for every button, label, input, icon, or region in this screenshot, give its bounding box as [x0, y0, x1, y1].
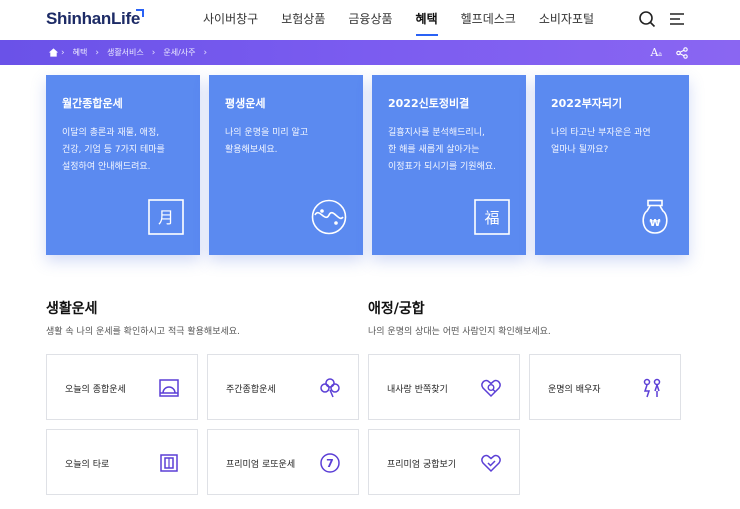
heart-check-icon — [481, 454, 501, 473]
clover-icon — [320, 378, 340, 398]
logo-mark-icon — [136, 9, 144, 17]
search-icon[interactable] — [638, 10, 656, 28]
chevron-right-icon: › — [61, 47, 65, 58]
tile-label: 주간종합운세 — [226, 385, 276, 395]
svg-text:月: 月 — [158, 208, 174, 227]
nav-item-benefits[interactable]: 혜택 — [415, 0, 438, 40]
menu-icon[interactable] — [668, 10, 686, 28]
chevron-right-icon: › — [95, 47, 99, 58]
section-desc-life: 생활 속 나의 운세를 확인하시고 적극 활용해보세요. — [46, 327, 240, 337]
breadcrumb-life-service[interactable]: 생활서비스 — [107, 47, 144, 58]
breadcrumb-fortune[interactable]: 운세/사주 — [163, 47, 195, 58]
nav-item-insurance[interactable]: 보험상품 — [281, 0, 325, 40]
sunrise-window-icon — [159, 379, 179, 397]
tile-weekly-fortune[interactable]: 주간종합운세 — [207, 354, 359, 420]
breadcrumb-tools: Aa — [650, 46, 688, 59]
tile-label: 프리미엄 궁합보기 — [387, 460, 457, 470]
money-bag-icon: ₩ — [642, 199, 668, 234]
tile-label: 운명의 배우자 — [548, 385, 601, 395]
card-title: 2022부자되기 — [551, 97, 623, 110]
section-title-life: 생활운세 — [46, 301, 98, 317]
section-desc-love: 나의 운명의 상대는 어떤 사람인지 확인해보세요. — [368, 327, 551, 337]
svg-text:₩: ₩ — [649, 218, 660, 229]
tile-label: 내사랑 반쪽찾기 — [387, 385, 448, 395]
tile-today-tarot[interactable]: 오늘의 타로 — [46, 429, 198, 495]
tile-premium-compatibility[interactable]: 프리미엄 궁합보기 — [368, 429, 520, 495]
breadcrumb: › 혜택 › 생활서비스 › 운세/사주 › — [48, 40, 209, 65]
svg-text:7: 7 — [326, 457, 334, 470]
tile-today-fortune[interactable]: 오늘의 종합운세 — [46, 354, 198, 420]
breadcrumb-benefits[interactable]: 혜택 — [73, 47, 88, 58]
nav-item-cyber[interactable]: 사이버창구 — [203, 0, 258, 40]
card-title: 평생운세 — [225, 97, 266, 110]
card-desc: 이달의 총론과 재물, 애정, 건강, 기업 등 7가지 테마를 설정하여 안내… — [62, 128, 165, 172]
nav-item-consumer[interactable]: 소비자포털 — [539, 0, 594, 40]
tarot-cards-icon — [160, 454, 178, 472]
card-title: 월간종합운세 — [62, 97, 123, 110]
tile-destined-spouse[interactable]: 운명의 배우자 — [529, 354, 681, 420]
card-desc: 나의 타고난 부자운은 과연 얼마나 될까요? — [551, 128, 651, 155]
card-title: 2022신토정비결 — [388, 97, 470, 110]
svg-text:福: 福 — [484, 209, 499, 227]
card-become-rich[interactable]: 2022부자되기 나의 타고난 부자운은 과연 얼마나 될까요? ₩ — [535, 75, 689, 255]
chevron-right-icon: › — [151, 47, 156, 58]
fortune-char-icon: 福 — [474, 199, 510, 235]
tile-label: 프리미엄 로또운세 — [226, 460, 296, 470]
moon-char-icon: 月 — [148, 199, 184, 235]
lotto-ball-icon: 7 — [320, 453, 340, 473]
breadcrumb-bar: › 혜택 › 생활서비스 › 운세/사주 › Aa — [0, 40, 740, 65]
heart-search-icon — [481, 379, 501, 398]
home-icon[interactable] — [48, 47, 59, 58]
couple-icon — [643, 378, 661, 398]
card-tojeong[interactable]: 2022신토정비결 길흉지사를 분석해드리니, 한 해를 새롭게 살아가는 이정… — [372, 75, 526, 255]
tile-premium-lotto[interactable]: 프리미엄 로또운세 7 — [207, 429, 359, 495]
site-header: ShinhanLife 사이버창구 보험상품 금융상품 혜택 헬프데스크 소비자… — [0, 0, 740, 40]
tile-find-love[interactable]: 내사랑 반쪽찾기 — [368, 354, 520, 420]
nav-item-helpdesk[interactable]: 헬프데스크 — [461, 0, 516, 40]
share-icon[interactable] — [676, 46, 688, 59]
logo[interactable]: ShinhanLife — [46, 9, 140, 29]
font-size-icon[interactable]: Aa — [650, 46, 662, 59]
section-title-love: 애정/궁합 — [368, 301, 425, 317]
card-monthly-fortune[interactable]: 월간종합운세 이달의 총론과 재물, 애정, 건강, 기업 등 7가지 테마를 … — [46, 75, 200, 255]
chevron-right-icon: › — [203, 47, 208, 58]
card-desc: 나의 운명을 미리 알고 활용해보세요. — [225, 128, 309, 155]
yin-yang-icon — [311, 199, 347, 235]
main-nav: 사이버창구 보험상품 금융상품 혜택 헬프데스크 소비자포털 — [203, 0, 617, 40]
tile-label: 오늘의 타로 — [65, 460, 110, 470]
nav-item-finance[interactable]: 금융상품 — [348, 0, 392, 40]
card-desc: 길흉지사를 분석해드리니, 한 해를 새롭게 살아가는 이정표가 되시기를 기원… — [388, 128, 496, 172]
tile-label: 오늘의 종합운세 — [65, 385, 126, 395]
card-lifetime-fortune[interactable]: 평생운세 나의 운명을 미리 알고 활용해보세요. — [209, 75, 363, 255]
